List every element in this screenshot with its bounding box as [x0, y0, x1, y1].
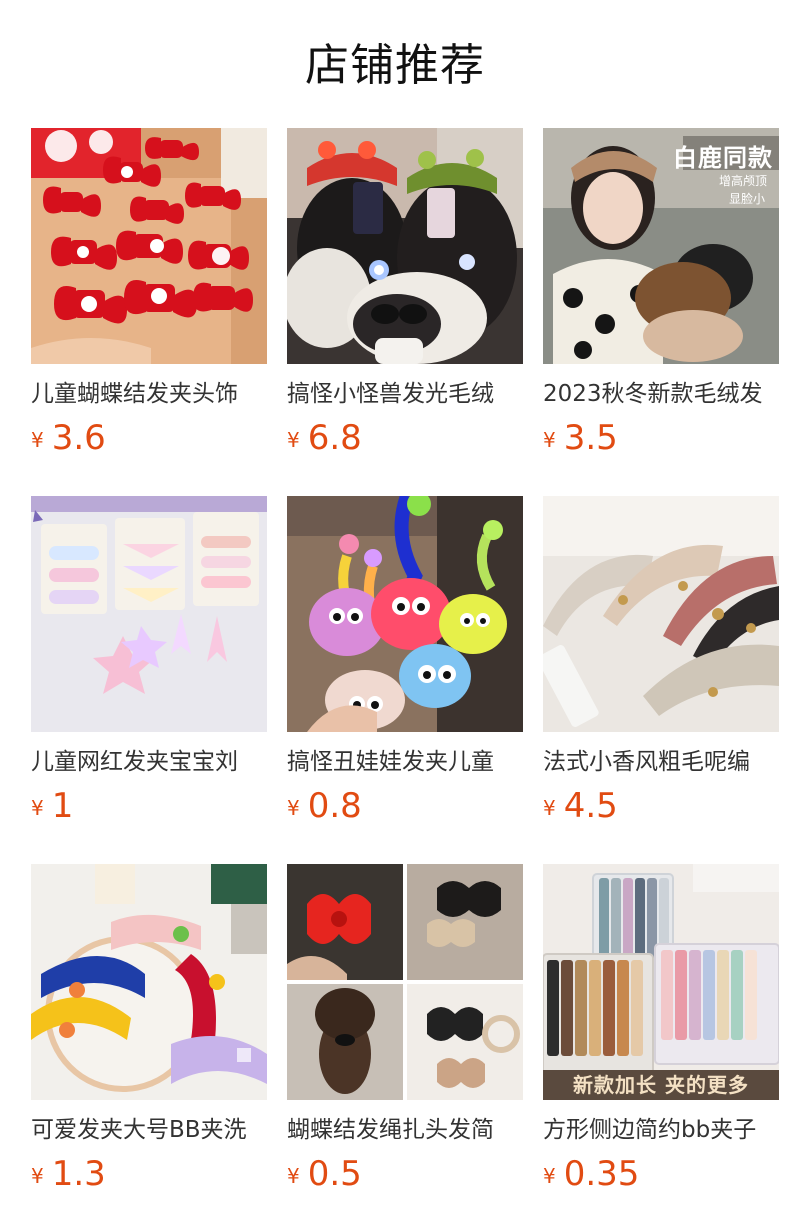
currency-symbol: ¥	[31, 796, 44, 820]
product-card[interactable]: 搞怪小怪兽发光毛绒 ¥6.8	[287, 128, 523, 468]
product-card[interactable]: 儿童网红发夹宝宝刘 ¥1	[31, 496, 267, 836]
product-image[interactable]	[31, 496, 267, 732]
currency-symbol: ¥	[543, 796, 556, 820]
product-image[interactable]	[31, 128, 267, 364]
price-value: 1	[51, 786, 74, 826]
promo-overlay-sub: 增高颅顶	[719, 174, 768, 188]
currency-symbol: ¥	[543, 1164, 556, 1188]
product-card[interactable]: 可爱发夹大号BB夹洗 ¥1.3	[31, 864, 267, 1204]
currency-symbol: ¥	[287, 428, 300, 452]
product-name[interactable]: 搞怪小怪兽发光毛绒	[287, 378, 523, 412]
product-price: ¥1.3	[31, 1154, 106, 1198]
product-price: ¥1	[31, 786, 73, 830]
currency-symbol: ¥	[287, 796, 300, 820]
product-card[interactable]: 法式小香风粗毛呢编 ¥4.5	[543, 496, 779, 836]
product-price: ¥6.8	[287, 418, 362, 462]
price-value: 6.8	[307, 418, 362, 458]
currency-symbol: ¥	[31, 1164, 44, 1188]
product-image[interactable]	[287, 128, 523, 364]
product-image[interactable]: 白鹿同款 增高颅顶 显脸小	[543, 128, 779, 364]
product-price: ¥3.6	[31, 418, 106, 462]
product-name[interactable]: 可爱发夹大号BB夹洗	[31, 1114, 267, 1148]
promo-overlay-title: 白鹿同款	[673, 144, 773, 172]
product-grid: 儿童蝴蝶结发夹头饰 ¥3.6 搞怪小怪兽发光毛绒 ¥ 6.8 白鹿同款 增高颅顶…	[0, 0, 790, 1232]
product-card[interactable]: 搞怪丑娃娃发夹儿童 ¥0.8	[287, 496, 523, 836]
product-image[interactable]	[31, 864, 267, 1100]
product-price: ¥0.8	[287, 786, 362, 830]
currency-symbol: ¥	[543, 428, 556, 452]
price-value: 0.8	[307, 786, 362, 826]
product-price: ¥0.5	[287, 1154, 362, 1198]
product-card[interactable]: 新款加长 夹的更多 方形侧边简约bb夹子 ¥0.35	[543, 864, 779, 1204]
product-name[interactable]: 儿童网红发夹宝宝刘	[31, 746, 267, 780]
product-image[interactable]	[287, 496, 523, 732]
price-value: 0.35	[563, 1154, 640, 1194]
product-name[interactable]: 方形侧边简约bb夹子	[543, 1114, 779, 1148]
currency-symbol: ¥	[31, 428, 44, 452]
price-value: 3.5	[563, 418, 618, 458]
product-name[interactable]: 法式小香风粗毛呢编	[543, 746, 779, 780]
product-price: ¥4.5	[543, 786, 618, 830]
product-name[interactable]: 儿童蝴蝶结发夹头饰	[31, 378, 267, 412]
product-image[interactable]: 新款加长 夹的更多	[543, 864, 779, 1100]
price-value: 4.5	[563, 786, 618, 826]
promo-banner: 新款加长 夹的更多	[573, 1073, 749, 1097]
price-value: 1.3	[51, 1154, 106, 1194]
currency-symbol: ¥	[287, 1164, 300, 1188]
product-price: ¥3.5	[543, 418, 618, 462]
product-price: ¥0.35	[543, 1154, 639, 1198]
product-name[interactable]: 2023秋冬新款毛绒发	[543, 378, 779, 412]
product-name[interactable]: 蝴蝶结发绳扎头发简	[287, 1114, 523, 1148]
price-value: 3.6	[51, 418, 106, 458]
promo-overlay-sub: 显脸小	[729, 192, 766, 206]
product-card[interactable]: 蝴蝶结发绳扎头发简 ¥0.5	[287, 864, 523, 1204]
product-image[interactable]	[287, 864, 523, 1100]
price-value: 0.5	[307, 1154, 362, 1194]
product-card[interactable]: 白鹿同款 增高颅顶 显脸小 2023秋冬新款毛绒发 ¥3.5	[543, 128, 779, 468]
product-card[interactable]: 儿童蝴蝶结发夹头饰 ¥3.6	[31, 128, 267, 468]
product-image[interactable]	[543, 496, 779, 732]
product-name[interactable]: 搞怪丑娃娃发夹儿童	[287, 746, 523, 780]
